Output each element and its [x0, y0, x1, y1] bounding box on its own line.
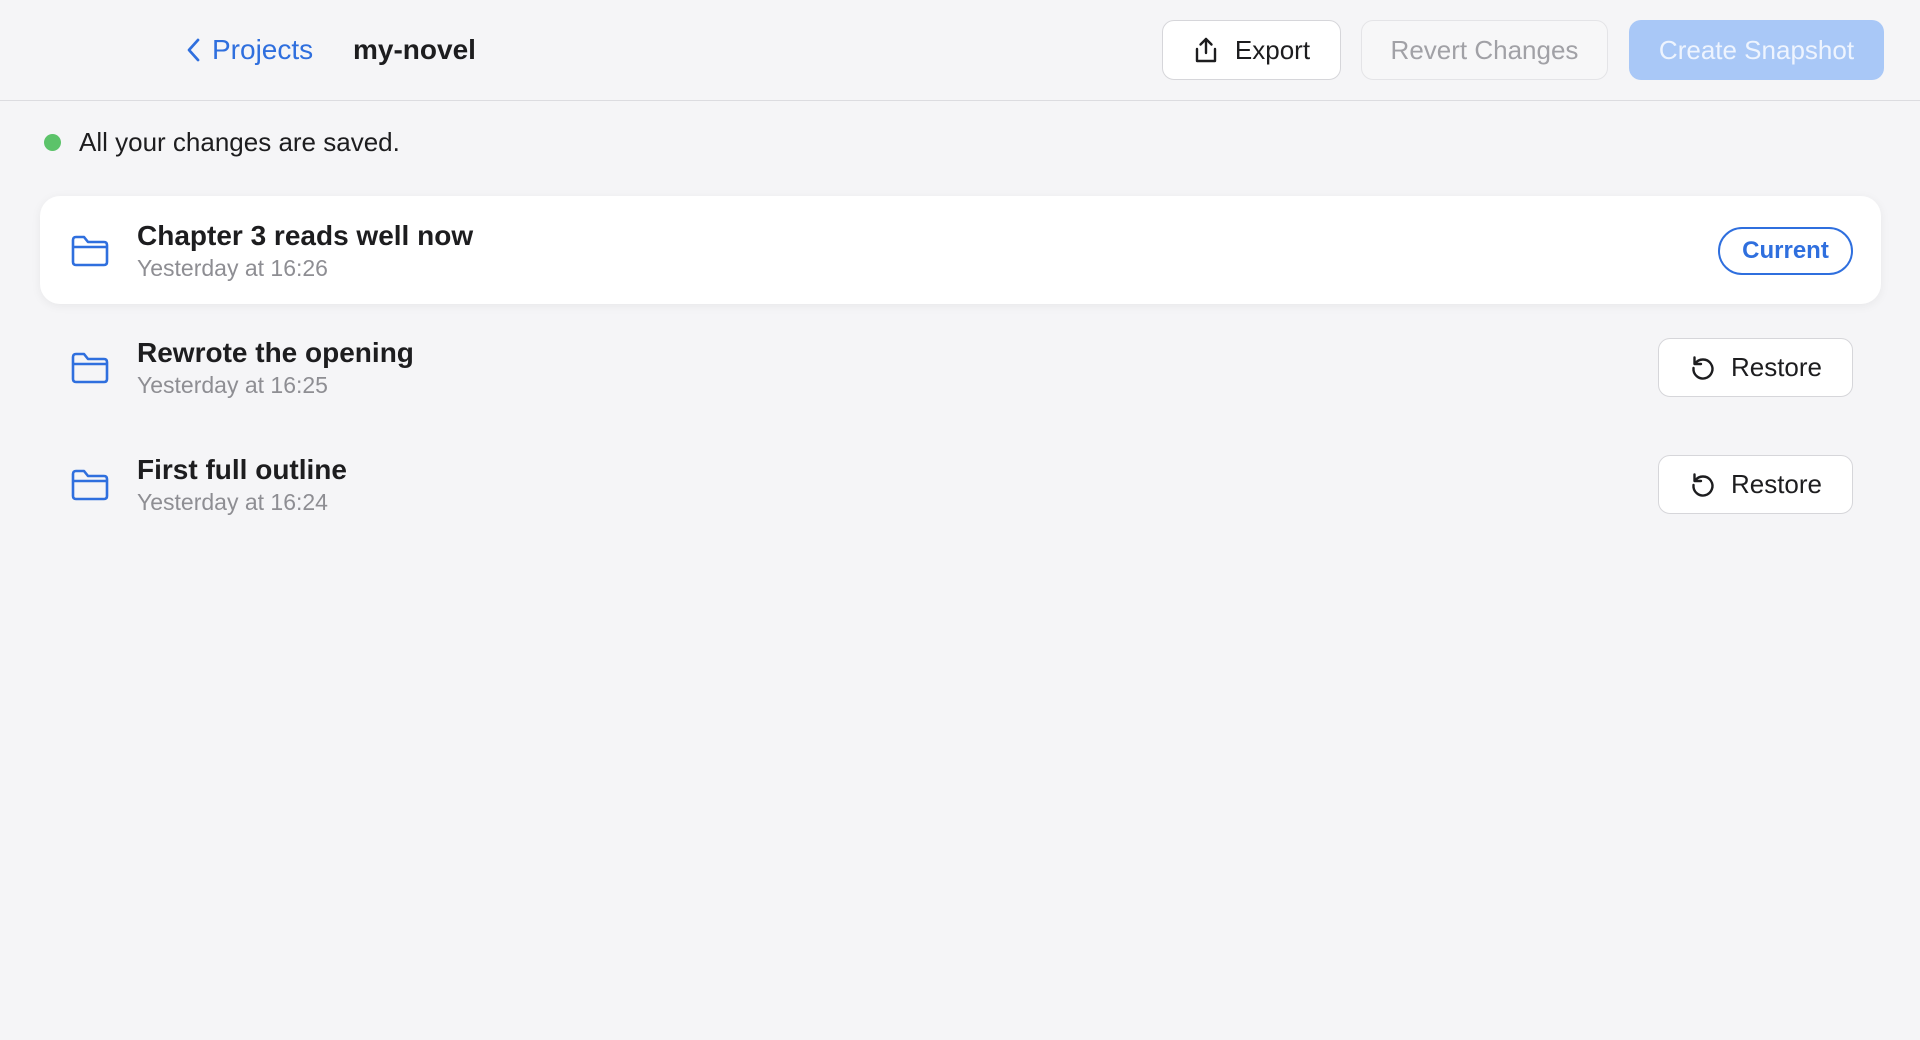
restore-button[interactable]: Restore	[1658, 338, 1853, 397]
current-badge: Current	[1718, 227, 1853, 275]
export-button-label: Export	[1234, 34, 1311, 65]
folder-icon	[71, 469, 109, 501]
export-button[interactable]: Export	[1162, 20, 1341, 80]
save-status: All your changes are saved.	[44, 124, 400, 160]
status-text: All your changes are saved.	[79, 126, 400, 157]
restore-button[interactable]: Restore	[1658, 455, 1853, 514]
project-title: my-novel	[353, 34, 476, 65]
toolbar: Projects my-novel Export Revert Changes …	[0, 0, 1920, 101]
snapshot-time: Yesterday at 16:25	[137, 372, 328, 398]
export-icon	[1195, 37, 1217, 63]
chevron-left-icon	[187, 38, 200, 62]
restore-icon	[1692, 355, 1714, 380]
status-dot	[44, 133, 61, 151]
snapshot-row: Rewrote the opening Yesterday at 16:25 R…	[40, 313, 1881, 421]
snapshot-title: Rewrote the opening	[137, 337, 414, 368]
restore-icon	[1692, 472, 1714, 497]
back-link-label: Projects	[212, 34, 314, 65]
back-to-projects-link[interactable]: Projects	[186, 30, 313, 70]
revert-changes-button[interactable]: Revert Changes	[1361, 20, 1608, 80]
snapshot-row-current[interactable]: Chapter 3 reads well now Yesterday at 16…	[40, 196, 1881, 304]
create-snapshot-button[interactable]: Create Snapshot	[1629, 20, 1884, 80]
folder-icon	[71, 235, 109, 267]
restore-label: Restore	[1730, 352, 1823, 382]
folder-icon	[71, 352, 109, 384]
revert-changes-label: Revert Changes	[1390, 34, 1579, 65]
snapshot-title: Chapter 3 reads well now	[137, 220, 474, 251]
snapshot-time: Yesterday at 16:24	[137, 489, 328, 515]
snapshot-title: First full outline	[137, 454, 347, 485]
restore-label: Restore	[1730, 469, 1823, 499]
snapshot-row: First full outline Yesterday at 16:24 Re…	[40, 430, 1881, 538]
create-snapshot-label: Create Snapshot	[1658, 34, 1855, 65]
snapshot-list: Chapter 3 reads well now Yesterday at 16…	[40, 196, 1881, 547]
snapshot-time: Yesterday at 16:26	[137, 255, 328, 281]
